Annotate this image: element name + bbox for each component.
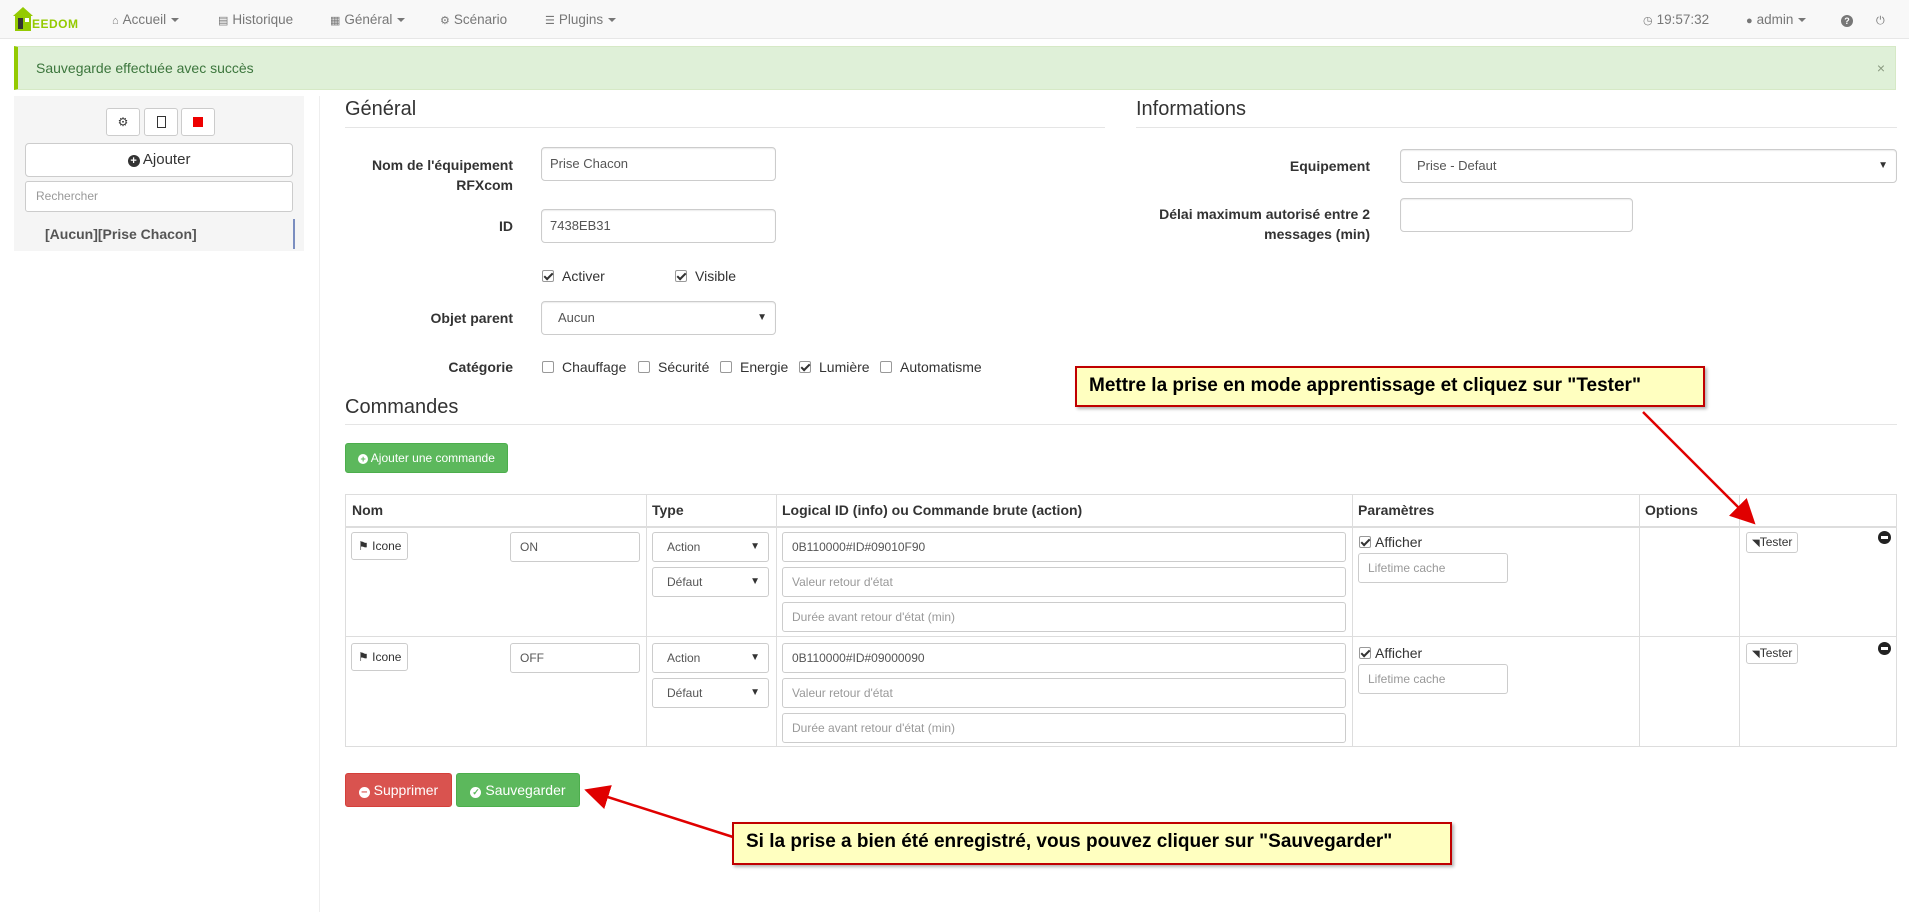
annotation-test: Mettre la prise en mode apprentissage et… — [1075, 366, 1705, 407]
arrow-to-save — [584, 785, 734, 839]
arrow-to-test — [1642, 411, 1756, 525]
annotation-arrows — [584, 411, 1756, 839]
annotation-save: Si la prise a bien été enregistré, vous … — [732, 822, 1452, 865]
